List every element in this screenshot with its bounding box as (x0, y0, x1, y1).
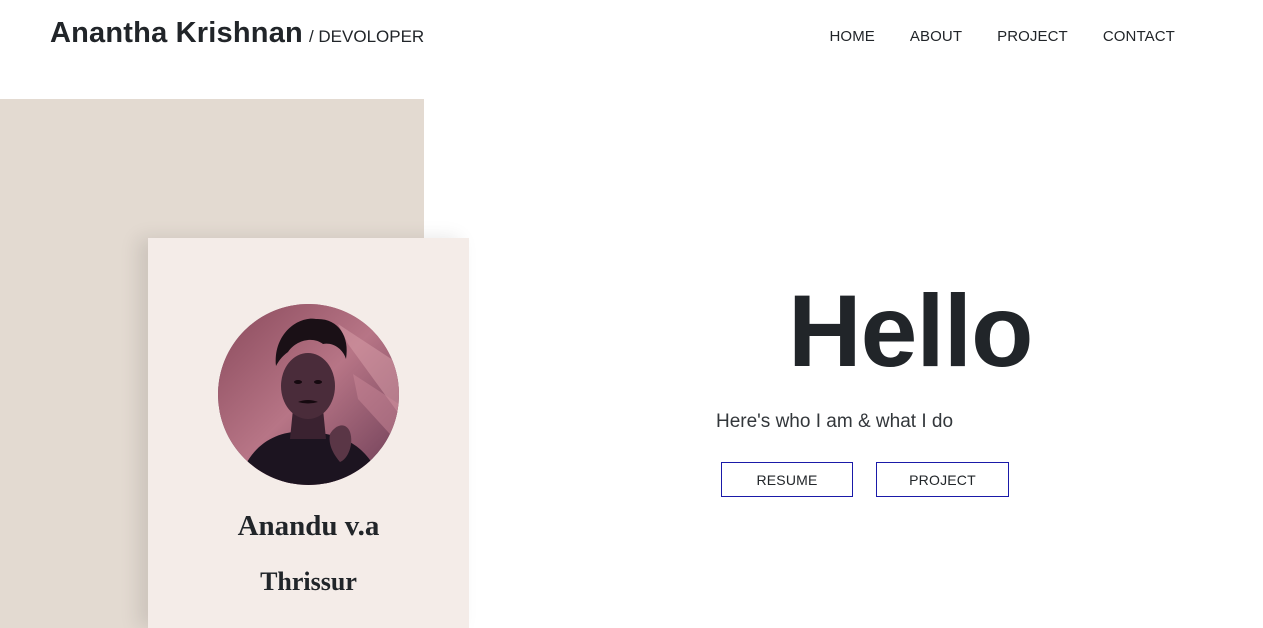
main-nav: HOME ABOUT PROJECT CONTACT (812, 28, 1192, 45)
project-button[interactable]: PROJECT (876, 462, 1009, 497)
profile-name: Anandu v.a (237, 510, 380, 542)
brand-name: Anantha Krishnan (50, 17, 303, 49)
page: Anantha Krishnan / DEVOLOPER HOME ABOUT … (0, 0, 1263, 628)
brand-role: / DEVOLOPER (308, 27, 425, 46)
brand[interactable]: Anantha Krishnan / DEVOLOPER (50, 17, 424, 50)
profile-city: Thrissur (260, 567, 357, 596)
site-header: Anantha Krishnan / DEVOLOPER HOME ABOUT … (0, 0, 1263, 80)
resume-button[interactable]: RESUME (721, 462, 853, 497)
avatar-photo (218, 304, 399, 485)
hero-subtitle: Here's who I am & what I do (716, 411, 954, 432)
avatar (218, 304, 399, 485)
nav-home[interactable]: HOME (812, 28, 892, 45)
nav-about[interactable]: ABOUT (892, 28, 979, 45)
profile-card: Anandu v.a Thrissur (148, 238, 469, 628)
nav-project[interactable]: PROJECT (980, 28, 1086, 45)
nav-contact[interactable]: CONTACT (1085, 28, 1192, 45)
hero-title: Hello (788, 274, 1033, 388)
